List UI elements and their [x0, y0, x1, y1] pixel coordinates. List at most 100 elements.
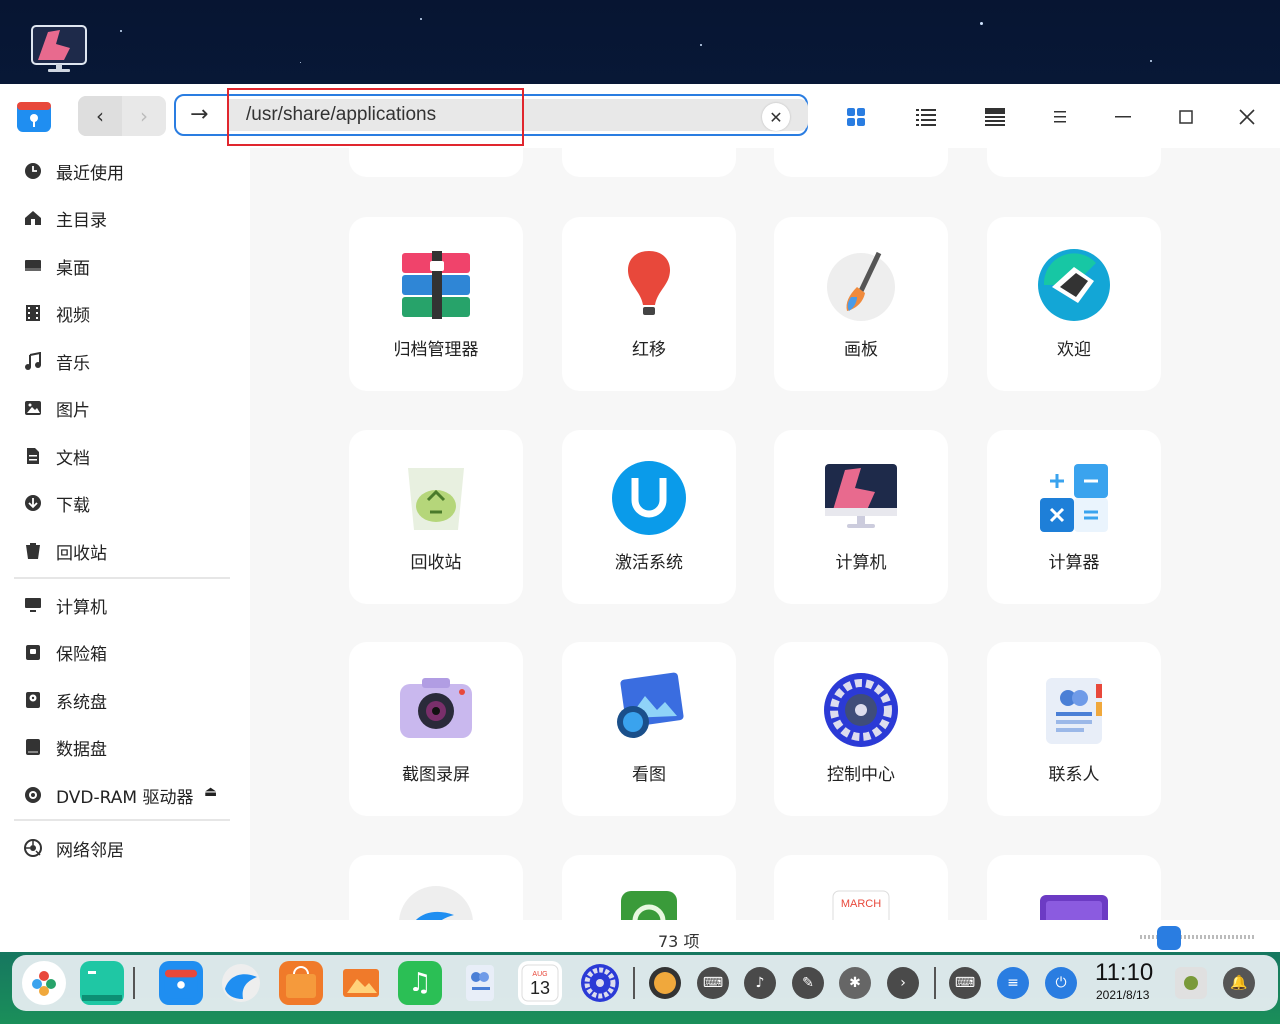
sidebar-item-video[interactable]: 视频 — [22, 298, 90, 328]
tray-volume[interactable]: ♪ — [744, 967, 776, 999]
file-item-label: 看图 — [632, 765, 666, 785]
tray-trash[interactable] — [1175, 967, 1207, 999]
tray-onscreen-keyboard[interactable]: ⌨ — [949, 967, 981, 999]
title-bar: ‹ › → /usr/share/applications ✕ — [0, 84, 1280, 148]
file-item[interactable]: 截图录屏 — [349, 642, 523, 816]
file-item[interactable]: 画板 — [774, 217, 948, 391]
power-icon: ⏻ — [1055, 975, 1067, 991]
file-item[interactable]: MARCH — [774, 855, 948, 920]
sidebar-item-network[interactable]: 网络邻居 — [22, 833, 124, 863]
file-manager-app-icon[interactable] — [16, 98, 52, 134]
file-item[interactable]: 激活系统 — [562, 430, 736, 604]
maximize-button[interactable] — [1173, 104, 1199, 130]
sidebar-item-trash[interactable]: 回收站 — [22, 536, 107, 566]
list-view-button[interactable] — [913, 104, 939, 130]
go-arrow-icon[interactable]: → — [190, 102, 208, 127]
tray-keyboard[interactable]: ⌨ — [697, 967, 729, 999]
close-icon — [1239, 109, 1255, 125]
file-item[interactable] — [562, 148, 736, 177]
tray-power[interactable]: ⏻ — [1045, 967, 1077, 999]
tray-notifications[interactable]: 🔔 — [1223, 967, 1255, 999]
clock-date[interactable]: 2021/8/13 — [1096, 988, 1149, 1002]
file-item[interactable]: 计算器 — [987, 430, 1161, 604]
welcome-icon — [1038, 249, 1110, 321]
dock-control-center[interactable] — [578, 961, 622, 1005]
clock-icon — [22, 160, 44, 182]
tray-expand[interactable]: › — [887, 967, 919, 999]
screenshot-icon — [400, 678, 472, 738]
launcher-button[interactable] — [22, 961, 66, 1005]
tray-activation[interactable] — [649, 967, 681, 999]
file-item[interactable] — [562, 855, 736, 920]
tray-bluetooth[interactable]: ✱ — [839, 967, 871, 999]
sidebar-item-label: 回收站 — [56, 543, 107, 564]
bluetooth-icon: ✱ — [849, 975, 861, 991]
detail-view-button[interactable] — [982, 104, 1008, 130]
sidebar-item-music[interactable]: 音乐 — [22, 346, 90, 376]
close-window-button[interactable] — [1234, 104, 1260, 130]
archive-manager-icon — [402, 251, 470, 319]
sidebar-item-label: 系统盘 — [56, 692, 107, 713]
file-item-label: 激活系统 — [615, 553, 683, 573]
forward-button[interactable]: › — [122, 96, 166, 136]
file-item-label: 计算机 — [835, 553, 887, 573]
calendar-day-text: 13 — [530, 978, 550, 998]
music-icon — [22, 350, 44, 372]
file-item[interactable]: 计算机 — [774, 430, 948, 604]
keyboard-icon: ⌨ — [702, 975, 724, 991]
tray-pen[interactable]: ✎ — [792, 967, 824, 999]
file-item[interactable]: 归档管理器 — [349, 217, 523, 391]
sidebar-item-vault[interactable]: 保险箱 — [22, 637, 107, 667]
eject-icon[interactable]: ⏏ — [204, 784, 217, 800]
sidebar-divider — [14, 577, 230, 579]
terminal-icon — [82, 965, 122, 1001]
dock-file-manager[interactable] — [159, 961, 203, 1005]
clock-time[interactable]: 11:10 — [1095, 959, 1153, 987]
tray-voice[interactable]: ≡ — [997, 967, 1029, 999]
dock-contacts[interactable] — [458, 961, 502, 1005]
data-disk-icon — [22, 736, 44, 758]
file-item[interactable]: 回收站 — [349, 430, 523, 604]
file-item[interactable] — [987, 855, 1161, 920]
file-item[interactable]: 控制中心 — [774, 642, 948, 816]
sidebar-item-computer[interactable]: 计算机 — [22, 590, 107, 620]
dock-calendar[interactable]: AUG 13 — [518, 961, 562, 1005]
star — [420, 18, 422, 20]
dock-browser[interactable] — [219, 961, 263, 1005]
file-grid: 归档管理器 红移 画板 欢迎 回收站 激活系统 计算机 计算器 截图录屏 看图 … — [250, 148, 1280, 920]
sidebar-item-documents[interactable]: 文档 — [22, 441, 90, 471]
file-item[interactable]: 欢迎 — [987, 217, 1161, 391]
sidebar-item-system-disk[interactable]: 系统盘 — [22, 685, 107, 715]
network-icon — [22, 837, 44, 859]
file-item[interactable]: 红移 — [562, 217, 736, 391]
file-item[interactable] — [987, 148, 1161, 177]
sidebar-item-data-disk[interactable]: 数据盘 — [22, 732, 107, 762]
highlight-box — [227, 88, 524, 146]
file-item[interactable] — [774, 148, 948, 177]
dock-app-store[interactable] — [279, 961, 323, 1005]
minimize-button[interactable] — [1110, 104, 1136, 130]
clear-address-button[interactable]: ✕ — [762, 103, 790, 131]
desktop-computer-icon[interactable] — [30, 24, 88, 74]
sidebar-item-pictures[interactable]: 图片 — [22, 393, 90, 423]
sidebar-item-desktop[interactable]: 桌面 — [22, 251, 90, 281]
app-store-icon — [286, 966, 316, 998]
file-item[interactable]: 联系人 — [987, 642, 1161, 816]
bell-icon: 🔔 — [1230, 975, 1248, 991]
file-item[interactable] — [349, 148, 523, 177]
icon-view-button[interactable] — [843, 104, 869, 130]
sidebar-item-dvd-drive[interactable]: DVD-RAM 驱动器 — [22, 780, 193, 810]
file-item[interactable] — [349, 855, 523, 920]
sidebar-item-recent[interactable]: 最近使用 — [22, 156, 124, 186]
zoom-slider-handle[interactable] — [1157, 926, 1181, 950]
sidebar-item-downloads[interactable]: 下载 — [22, 488, 90, 518]
sidebar-item-home[interactable]: 主目录 — [22, 203, 107, 233]
back-button[interactable]: ‹ — [78, 96, 122, 136]
dock-music[interactable]: ♫ — [398, 961, 442, 1005]
system-disk-icon — [22, 689, 44, 711]
menu-button[interactable] — [1047, 104, 1073, 130]
dock-image-viewer[interactable] — [339, 961, 383, 1005]
file-item[interactable]: 看图 — [562, 642, 736, 816]
redshift-icon — [627, 251, 671, 315]
dock-terminal-app[interactable] — [80, 961, 124, 1005]
